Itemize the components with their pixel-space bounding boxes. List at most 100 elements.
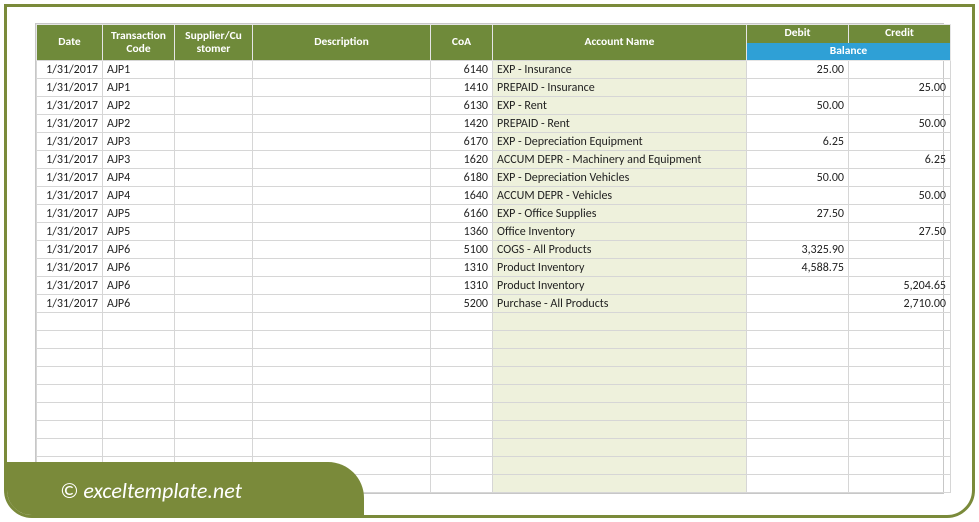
cell-supplier[interactable] bbox=[175, 79, 253, 97]
cell-coa[interactable] bbox=[431, 439, 493, 457]
cell-debit[interactable]: 4,588.75 bbox=[747, 259, 849, 277]
cell-description[interactable] bbox=[253, 169, 431, 187]
cell-coa[interactable] bbox=[431, 475, 493, 493]
cell-transaction-code[interactable]: AJP3 bbox=[103, 133, 175, 151]
cell-account-name[interactable]: EXP - Insurance bbox=[493, 61, 747, 79]
cell-account-name[interactable]: PREPAID - Insurance bbox=[493, 79, 747, 97]
cell-account-name[interactable] bbox=[493, 457, 747, 475]
cell-coa[interactable]: 6140 bbox=[431, 61, 493, 79]
cell-account-name[interactable] bbox=[493, 313, 747, 331]
cell-transaction-code[interactable] bbox=[103, 367, 175, 385]
header-supplier-customer[interactable]: Supplier/Cu stomer bbox=[175, 25, 253, 61]
cell-supplier[interactable] bbox=[175, 331, 253, 349]
cell-description[interactable] bbox=[253, 97, 431, 115]
cell-account-name[interactable]: EXP - Office Supplies bbox=[493, 205, 747, 223]
cell-date[interactable]: 1/31/2017 bbox=[37, 259, 103, 277]
header-credit[interactable]: Credit bbox=[849, 25, 951, 43]
cell-date[interactable] bbox=[37, 349, 103, 367]
cell-credit[interactable] bbox=[849, 133, 951, 151]
cell-date[interactable]: 1/31/2017 bbox=[37, 115, 103, 133]
cell-coa[interactable] bbox=[431, 403, 493, 421]
cell-description[interactable] bbox=[253, 313, 431, 331]
cell-date[interactable] bbox=[37, 439, 103, 457]
cell-debit[interactable] bbox=[747, 151, 849, 169]
cell-transaction-code[interactable]: AJP6 bbox=[103, 295, 175, 313]
cell-supplier[interactable] bbox=[175, 385, 253, 403]
header-transaction-code[interactable]: Transaction Code bbox=[103, 25, 175, 61]
cell-account-name[interactable] bbox=[493, 331, 747, 349]
header-debit[interactable]: Debit bbox=[747, 25, 849, 43]
cell-debit[interactable] bbox=[747, 421, 849, 439]
cell-debit[interactable] bbox=[747, 277, 849, 295]
cell-description[interactable] bbox=[253, 151, 431, 169]
cell-date[interactable]: 1/31/2017 bbox=[37, 79, 103, 97]
cell-date[interactable]: 1/31/2017 bbox=[37, 295, 103, 313]
cell-transaction-code[interactable] bbox=[103, 421, 175, 439]
cell-coa[interactable]: 1360 bbox=[431, 223, 493, 241]
cell-transaction-code[interactable]: AJP4 bbox=[103, 187, 175, 205]
cell-credit[interactable] bbox=[849, 241, 951, 259]
cell-date[interactable]: 1/31/2017 bbox=[37, 61, 103, 79]
cell-description[interactable] bbox=[253, 385, 431, 403]
cell-description[interactable] bbox=[253, 403, 431, 421]
cell-coa[interactable]: 5200 bbox=[431, 295, 493, 313]
cell-credit[interactable] bbox=[849, 205, 951, 223]
cell-date[interactable]: 1/31/2017 bbox=[37, 97, 103, 115]
cell-transaction-code[interactable]: AJP5 bbox=[103, 223, 175, 241]
header-date[interactable]: Date bbox=[37, 25, 103, 61]
cell-coa[interactable]: 6130 bbox=[431, 97, 493, 115]
cell-coa[interactable] bbox=[431, 385, 493, 403]
cell-debit[interactable] bbox=[747, 403, 849, 421]
cell-account-name[interactable] bbox=[493, 403, 747, 421]
cell-description[interactable] bbox=[253, 187, 431, 205]
cell-credit[interactable] bbox=[849, 475, 951, 493]
cell-description[interactable] bbox=[253, 367, 431, 385]
cell-debit[interactable]: 25.00 bbox=[747, 61, 849, 79]
cell-date[interactable] bbox=[37, 331, 103, 349]
cell-description[interactable] bbox=[253, 277, 431, 295]
cell-supplier[interactable] bbox=[175, 439, 253, 457]
cell-date[interactable]: 1/31/2017 bbox=[37, 241, 103, 259]
cell-supplier[interactable] bbox=[175, 403, 253, 421]
cell-account-name[interactable] bbox=[493, 439, 747, 457]
cell-date[interactable] bbox=[37, 313, 103, 331]
cell-account-name[interactable] bbox=[493, 349, 747, 367]
cell-date[interactable]: 1/31/2017 bbox=[37, 277, 103, 295]
cell-debit[interactable]: 50.00 bbox=[747, 169, 849, 187]
cell-debit[interactable]: 50.00 bbox=[747, 97, 849, 115]
cell-transaction-code[interactable]: AJP5 bbox=[103, 205, 175, 223]
cell-account-name[interactable]: ACCUM DEPR - Machinery and Equipment bbox=[493, 151, 747, 169]
cell-date[interactable]: 1/31/2017 bbox=[37, 205, 103, 223]
header-description[interactable]: Description bbox=[253, 25, 431, 61]
cell-transaction-code[interactable] bbox=[103, 313, 175, 331]
cell-transaction-code[interactable]: AJP1 bbox=[103, 61, 175, 79]
cell-debit[interactable]: 6.25 bbox=[747, 133, 849, 151]
cell-supplier[interactable] bbox=[175, 313, 253, 331]
cell-debit[interactable]: 27.50 bbox=[747, 205, 849, 223]
cell-credit[interactable] bbox=[849, 259, 951, 277]
cell-credit[interactable] bbox=[849, 169, 951, 187]
cell-description[interactable] bbox=[253, 439, 431, 457]
cell-coa[interactable]: 6170 bbox=[431, 133, 493, 151]
cell-transaction-code[interactable] bbox=[103, 385, 175, 403]
cell-account-name[interactable] bbox=[493, 421, 747, 439]
cell-description[interactable] bbox=[253, 331, 431, 349]
cell-transaction-code[interactable] bbox=[103, 439, 175, 457]
cell-transaction-code[interactable] bbox=[103, 349, 175, 367]
cell-date[interactable]: 1/31/2017 bbox=[37, 223, 103, 241]
cell-credit[interactable] bbox=[849, 313, 951, 331]
cell-description[interactable] bbox=[253, 241, 431, 259]
cell-description[interactable] bbox=[253, 61, 431, 79]
cell-coa[interactable]: 1640 bbox=[431, 187, 493, 205]
cell-credit[interactable]: 5,204.65 bbox=[849, 277, 951, 295]
cell-debit[interactable] bbox=[747, 349, 849, 367]
cell-supplier[interactable] bbox=[175, 97, 253, 115]
cell-coa[interactable]: 6180 bbox=[431, 169, 493, 187]
cell-account-name[interactable]: EXP - Rent bbox=[493, 97, 747, 115]
cell-account-name[interactable]: EXP - Depreciation Vehicles bbox=[493, 169, 747, 187]
cell-description[interactable] bbox=[253, 79, 431, 97]
cell-transaction-code[interactable] bbox=[103, 331, 175, 349]
cell-credit[interactable] bbox=[849, 349, 951, 367]
cell-description[interactable] bbox=[253, 205, 431, 223]
cell-coa[interactable]: 1310 bbox=[431, 259, 493, 277]
